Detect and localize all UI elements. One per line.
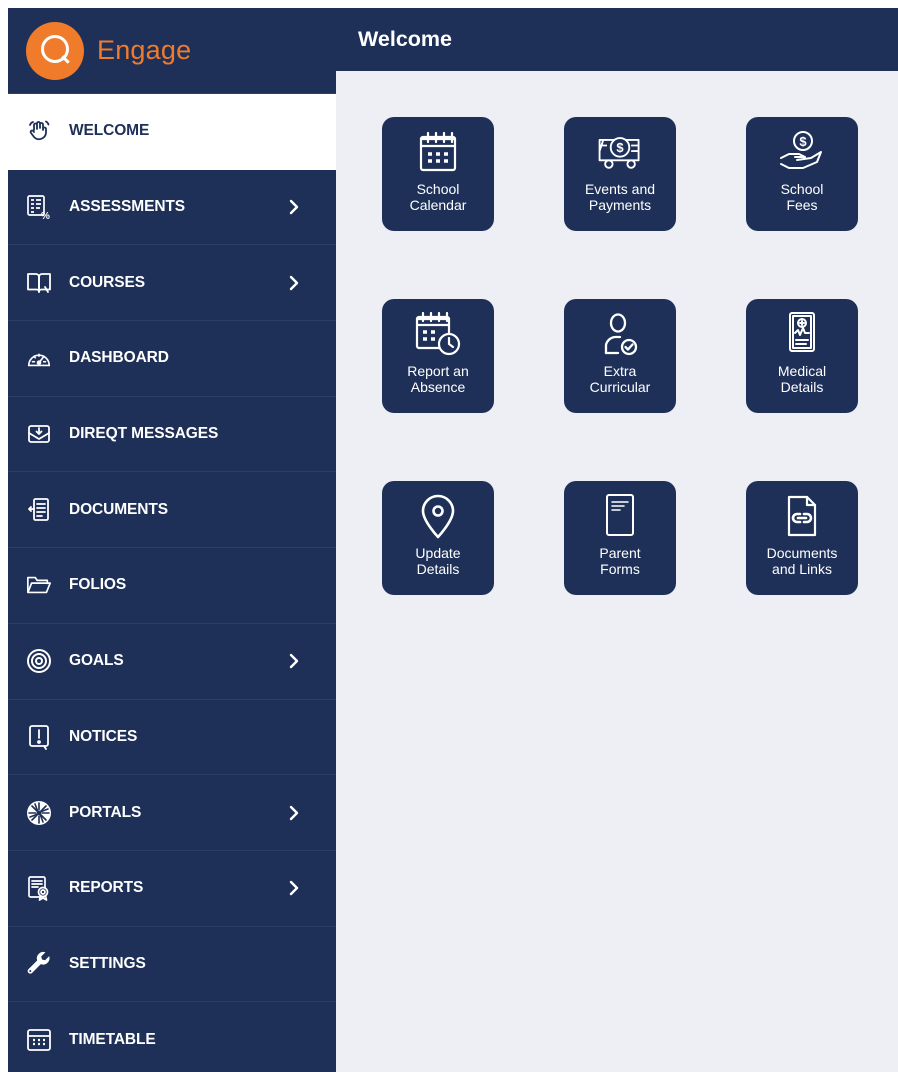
document-icon bbox=[26, 497, 52, 523]
portal-swirl-icon bbox=[26, 800, 52, 826]
sidebar-item-label: TIMETABLE bbox=[69, 1031, 156, 1049]
person-check-icon bbox=[594, 311, 646, 357]
sidebar-item-goals[interactable]: GOALS bbox=[8, 624, 336, 700]
tile-grid: School Calendar $ Events and Payments $ … bbox=[382, 117, 862, 597]
sidebar-item-assessments[interactable]: % ASSESSMENTS bbox=[8, 170, 336, 246]
hand-coin-icon: $ bbox=[776, 129, 828, 175]
tile-events-and-payments[interactable]: $ Events and Payments bbox=[564, 117, 676, 231]
svg-text:$: $ bbox=[616, 140, 624, 155]
tile-label: School Calendar bbox=[409, 181, 467, 213]
timetable-icon bbox=[26, 1027, 52, 1053]
book-icon bbox=[26, 270, 52, 296]
sidebar-item-label: REPORTS bbox=[69, 879, 144, 897]
sidebar-item-courses[interactable]: COURSES bbox=[8, 245, 336, 322]
svg-text:%: % bbox=[41, 211, 50, 220]
sidebar: Engage WELCOME % ASSESSMENTS COURSES DAS… bbox=[8, 8, 336, 1072]
sidebar-item-label: DASHBOARD bbox=[69, 349, 169, 367]
chevron-right-icon bbox=[289, 199, 299, 215]
bus-dollar-icon: $ bbox=[594, 129, 646, 175]
speedometer-icon bbox=[26, 345, 52, 371]
sidebar-item-label: GOALS bbox=[69, 652, 124, 670]
tile-school-calendar[interactable]: School Calendar bbox=[382, 117, 494, 231]
tile-label: Report an Absence bbox=[407, 363, 469, 395]
medical-record-icon bbox=[776, 311, 828, 357]
tile-extra-curricular[interactable]: Extra Curricular bbox=[564, 299, 676, 413]
tile-medical-details[interactable]: Medical Details bbox=[746, 299, 858, 413]
assessment-grid-percent-icon: % bbox=[26, 194, 52, 220]
form-icon bbox=[594, 493, 646, 539]
sidebar-item-timetable[interactable]: TIMETABLE bbox=[8, 1002, 336, 1072]
header-bar: Welcome bbox=[336, 8, 898, 71]
sidebar-item-dashboard[interactable]: DASHBOARD bbox=[8, 321, 336, 397]
tile-report-an-absence[interactable]: Report an Absence bbox=[382, 299, 494, 413]
brand-name: Engage bbox=[97, 35, 192, 65]
sidebar-item-label: DOCUMENTS bbox=[69, 500, 168, 518]
tile-label: School Fees bbox=[780, 181, 824, 213]
main-content: Welcome School Calendar $ Events and Pay… bbox=[336, 8, 898, 1072]
hand-wave-icon bbox=[26, 118, 52, 144]
sidebar-item-label: NOTICES bbox=[69, 727, 138, 745]
calendar-icon bbox=[412, 129, 464, 175]
tile-label: Documents and Links bbox=[766, 545, 838, 577]
app-frame: Engage WELCOME % ASSESSMENTS COURSES DAS… bbox=[8, 8, 898, 1072]
notice-icon bbox=[26, 724, 52, 750]
tile-label: Update Details bbox=[415, 545, 461, 577]
sidebar-item-documents[interactable]: DOCUMENTS bbox=[8, 472, 336, 549]
tile-documents-and-links[interactable]: Documents and Links bbox=[746, 481, 858, 595]
tile-update-details[interactable]: Update Details bbox=[382, 481, 494, 595]
chevron-right-icon bbox=[289, 881, 299, 896]
sidebar-item-notices[interactable]: NOTICES bbox=[8, 700, 336, 776]
target-icon bbox=[26, 648, 52, 674]
tile-label: Events and Payments bbox=[584, 181, 656, 213]
tile-label: Medical Details bbox=[777, 363, 827, 395]
tile-label: Extra Curricular bbox=[589, 363, 651, 395]
sidebar-item-label: PORTALS bbox=[69, 803, 142, 821]
sidebar-item-direqt-messages[interactable]: DIREQT MESSAGES bbox=[8, 397, 336, 473]
sidebar-item-portals[interactable]: PORTALS bbox=[8, 775, 336, 851]
calendar-clock-icon bbox=[412, 311, 464, 357]
sidebar-item-label: FOLIOS bbox=[69, 576, 127, 594]
tile-label: Parent Forms bbox=[599, 545, 641, 577]
tile-parent-forms[interactable]: Parent Forms bbox=[564, 481, 676, 595]
sidebar-item-label: DIREQT MESSAGES bbox=[69, 425, 219, 443]
wrench-icon bbox=[26, 951, 52, 977]
page-title: Welcome bbox=[358, 27, 452, 51]
sidebar-item-label: WELCOME bbox=[69, 122, 150, 140]
chevron-right-icon bbox=[289, 653, 299, 669]
sidebar-item-label: ASSESSMENTS bbox=[69, 198, 186, 216]
sidebar-item-label: SETTINGS bbox=[69, 954, 146, 972]
folder-icon bbox=[26, 572, 52, 598]
engage-logo-icon bbox=[26, 21, 84, 80]
sidebar-item-settings[interactable]: SETTINGS bbox=[8, 927, 336, 1003]
inbox-icon bbox=[26, 421, 52, 447]
sidebar-item-label: COURSES bbox=[69, 273, 145, 291]
report-certificate-icon bbox=[26, 875, 52, 902]
tile-school-fees[interactable]: $ School Fees bbox=[746, 117, 858, 231]
svg-text:$: $ bbox=[799, 134, 807, 149]
link-document-icon bbox=[776, 493, 828, 539]
sidebar-item-reports[interactable]: REPORTS bbox=[8, 851, 336, 927]
brand[interactable]: Engage bbox=[8, 8, 336, 94]
location-pin-icon bbox=[412, 493, 464, 539]
chevron-right-icon bbox=[289, 275, 299, 290]
chevron-right-icon bbox=[289, 805, 299, 820]
sidebar-item-folios[interactable]: FOLIOS bbox=[8, 548, 336, 624]
sidebar-item-welcome[interactable]: WELCOME bbox=[8, 94, 336, 170]
